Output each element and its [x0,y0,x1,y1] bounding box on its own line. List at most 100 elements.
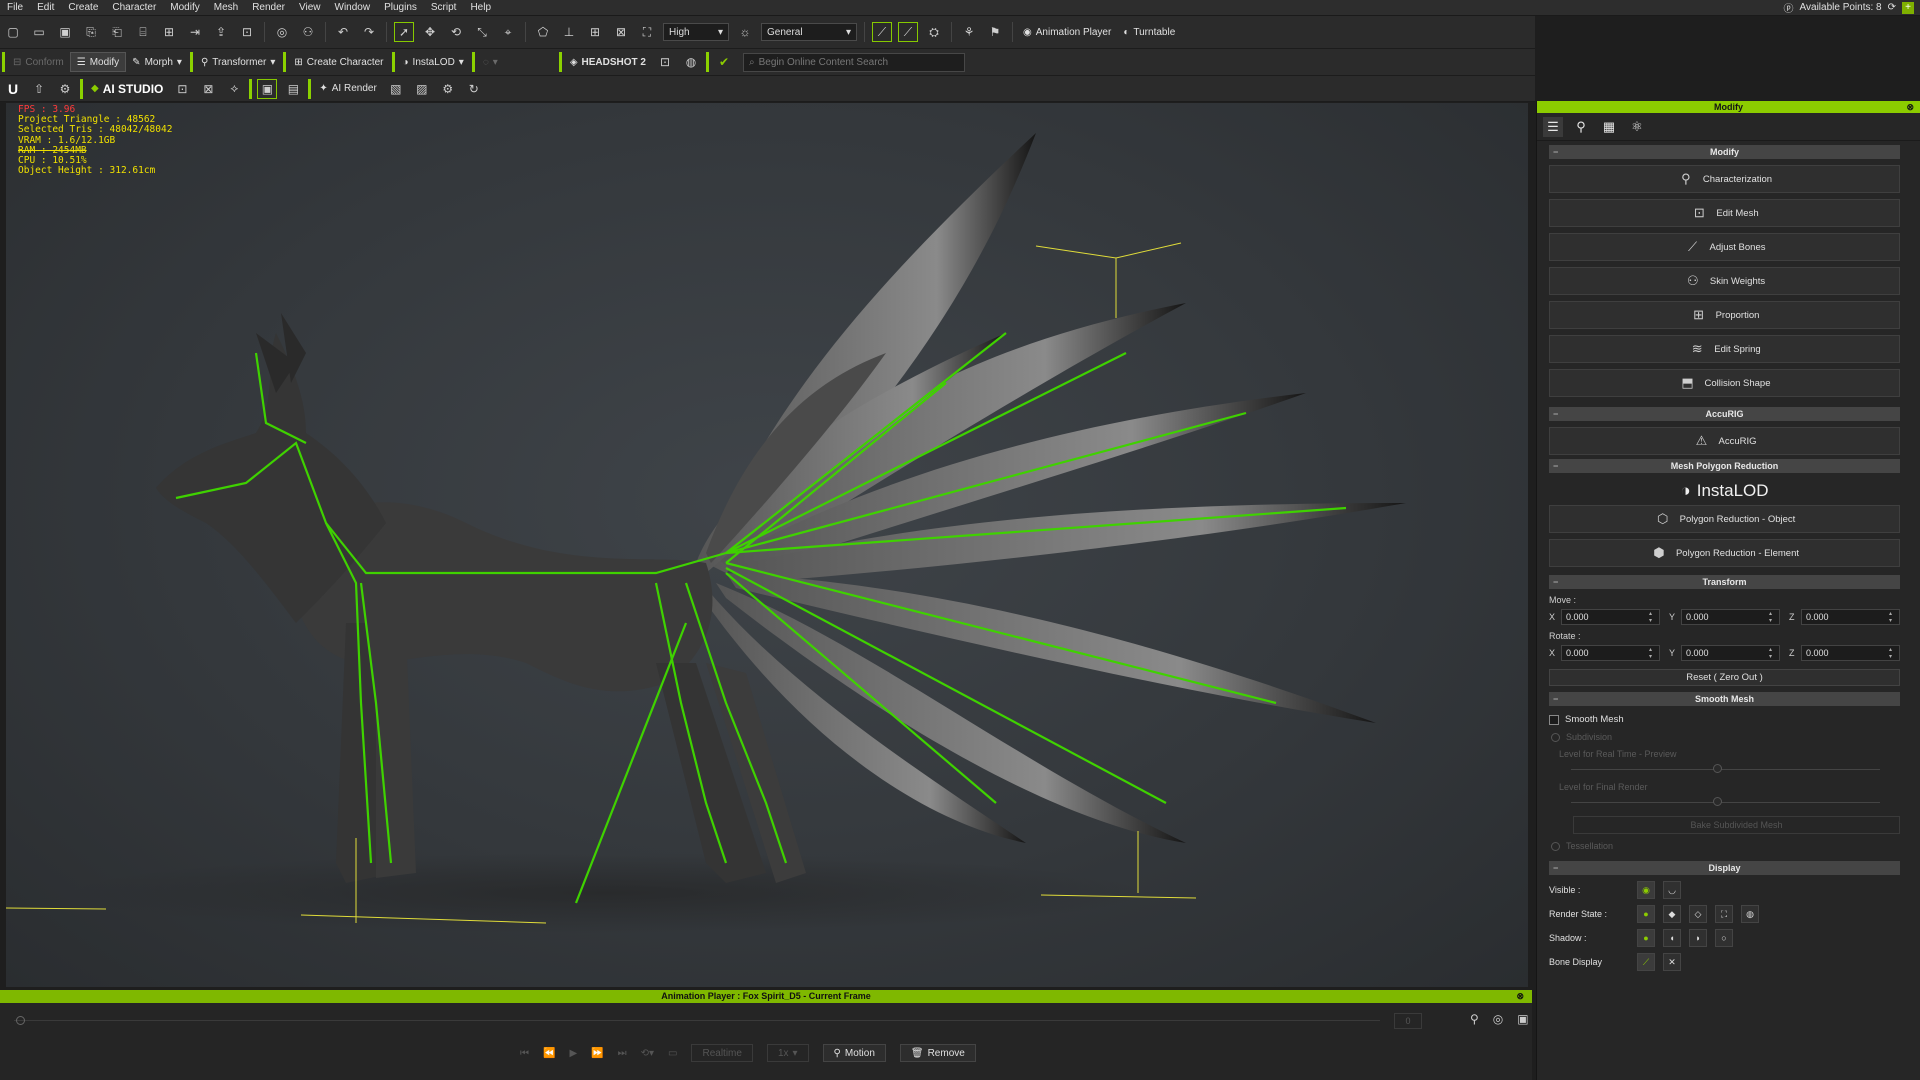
accurig-section-header[interactable]: − AccuRIG [1549,407,1900,421]
menu-character[interactable]: Character [105,2,163,13]
menu-window[interactable]: Window [328,2,378,13]
render-xray-icon[interactable]: ◍ [1741,905,1759,923]
physics-tab-icon[interactable]: ⚛ [1627,117,1647,137]
unreal-icon[interactable]: U [3,79,23,99]
menu-help[interactable]: Help [463,2,498,13]
ai-face-icon[interactable]: ⊡ [172,79,192,99]
play-icon[interactable]: ▶ [569,1048,577,1059]
modify-section-header[interactable]: − Modify [1549,145,1900,159]
export-icon[interactable]: ⎗ [107,22,127,42]
level-final-slider[interactable] [1571,796,1880,808]
menu-modify[interactable]: Modify [163,2,206,13]
ai-motion-icon[interactable]: ⟡ [224,79,244,99]
image-icon[interactable]: ▧ [386,79,406,99]
speed-dropdown[interactable]: 1x ▾ [766,1044,809,1062]
animation-player-button[interactable]: ◉ Animation Player [1017,22,1117,42]
render-box-icon[interactable]: ⛶ [1715,905,1733,923]
align-icon[interactable]: ⊥ [559,22,579,42]
slider-knob[interactable] [1713,764,1723,773]
plugin-icon[interactable]: ✔ [714,52,734,72]
prev-frame-icon[interactable]: ⏪ [543,1048,555,1059]
ai-render-view-icon[interactable]: ▣ [257,78,278,99]
flag-icon[interactable]: ⚑ [985,22,1005,42]
conform-button[interactable]: ⊟ Conform [7,52,70,72]
history-icon[interactable]: ↻ [464,79,484,99]
mpr-section-header[interactable]: − Mesh Polygon Reduction [1549,459,1900,473]
accurig-button[interactable]: ⚠ AccuRIG [1549,427,1900,455]
frame-icon[interactable]: ⊞ [585,22,605,42]
move-y-input[interactable]: 0.000 [1681,609,1780,625]
select-icon[interactable]: ➚ [394,22,414,42]
shadow-none-icon[interactable]: ○ [1715,929,1733,947]
transformer-button[interactable]: ⚲ Transformer ▾ [195,52,281,72]
gizmo-icon[interactable]: ⛭ [924,22,944,42]
material-tab-icon[interactable]: ▦ [1599,117,1619,137]
settings-gear-icon[interactable]: ⚙ [55,79,75,99]
timeline-knob[interactable] [16,1016,25,1025]
search-input[interactable]: Begin Online Content Search [759,57,889,68]
camera-fit-icon[interactable]: ⛶ [637,22,657,42]
tessellation-radio[interactable] [1551,841,1560,851]
new-file-icon[interactable]: ▢ [3,22,23,42]
available-points[interactable]: Available Points: 8 [1800,2,1882,13]
add-points-button[interactable]: + [1902,1,1914,14]
render-solid-icon[interactable]: ◆ [1663,905,1681,923]
refresh-icon[interactable]: ⟳ [1888,2,1896,13]
send-icon[interactable]: ⇥ [185,22,205,42]
ai-body-icon[interactable]: ⊠ [198,79,218,99]
smooth-mesh-checkbox[interactable] [1549,714,1559,725]
bone-show-icon[interactable]: ⟋ [1637,953,1655,971]
sun-icon[interactable]: ☼ [735,22,755,42]
bone-edit-icon[interactable]: ⟋ [898,22,918,42]
transform-section-header[interactable]: − Transform [1549,575,1900,589]
modify-button[interactable]: ☰ Modify [69,52,127,72]
shadow-cast-icon[interactable]: ◖ [1663,929,1681,947]
undo-icon[interactable]: ↶ [333,22,353,42]
move-x-input[interactable]: 0.000 [1561,609,1660,625]
menu-mesh[interactable]: Mesh [207,2,245,13]
shadow-both-icon[interactable]: ● [1637,929,1655,947]
first-frame-icon[interactable]: ⏮ [520,1048,529,1059]
polygon-reduction-object-button[interactable]: ⬡ Polygon Reduction - Object [1549,505,1900,533]
content-search[interactable]: ⌕ Begin Online Content Search [742,52,965,72]
headshot-sphere-icon[interactable]: ◍ [681,52,701,72]
edit-mesh-button[interactable]: ⊡ Edit Mesh [1549,199,1900,227]
motion-tab-icon[interactable]: ⚲ [1571,117,1591,137]
upload-icon[interactable]: ⇧ [29,79,49,99]
ai-image-icon[interactable]: ▤ [283,79,303,99]
menu-plugins[interactable]: Plugins [377,2,424,13]
headshot-button[interactable]: ◈ HEADSHOT 2 [564,52,652,72]
edit-spring-button[interactable]: ≋ Edit Spring [1549,335,1900,363]
skin-weights-button[interactable]: ⚇ Skin Weights [1549,267,1900,295]
headshot-tool-icon[interactable]: ⊡ [655,52,675,72]
move-icon[interactable]: ✥ [420,22,440,42]
loop-icon[interactable]: ⚲ [1470,1012,1479,1026]
adjust-bones-button[interactable]: ⟋ Adjust Bones [1549,233,1900,261]
smooth-mesh-section-header[interactable]: − Smooth Mesh [1549,692,1900,706]
proportion-button[interactable]: ⊞ Proportion [1549,301,1900,329]
timeline-track[interactable] [14,1020,1380,1021]
quality-dropdown[interactable]: High ▾ [663,23,729,41]
slider-knob[interactable] [1713,797,1723,806]
menu-script[interactable]: Script [424,2,464,13]
physics-icon[interactable]: ⚘ [959,22,979,42]
pivot-icon[interactable]: ⌖ [498,22,518,42]
box-icon[interactable]: ⊡ [237,22,257,42]
record-icon[interactable]: ▭ [668,1048,677,1059]
rotate-z-input[interactable]: 0.000 [1801,645,1900,661]
substance-button[interactable]: ◌ ▾ [477,52,557,72]
remove-button[interactable]: 🗑 Remove [899,1044,976,1062]
menu-render[interactable]: Render [245,2,292,13]
characterization-button[interactable]: ⚲ Characterization [1549,165,1900,193]
camera-icon[interactable]: ◎ [1493,1012,1503,1026]
visible-on-icon[interactable]: ◉ [1637,881,1655,899]
subdivision-radio[interactable] [1551,732,1560,742]
content-icon[interactable]: ◎ [272,22,292,42]
visible-off-icon[interactable]: ◡ [1663,881,1681,899]
reset-zero-out-button[interactable]: Reset ( Zero Out ) [1549,669,1900,686]
focus-icon[interactable]: ⊠ [611,22,631,42]
3d-viewport[interactable]: FPS : 3.96 Project Triangle : 48562 Sele… [6,103,1528,987]
frame-input[interactable]: 0 [1394,1013,1422,1029]
render-settings-icon[interactable]: ⚙ [438,79,458,99]
mode-dropdown[interactable]: General ▾ [761,23,857,41]
